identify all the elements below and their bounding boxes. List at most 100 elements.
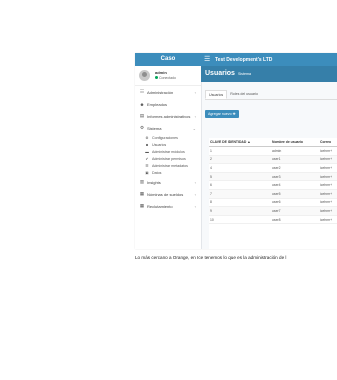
- subtitle-caption: Lo más cercano a Orange, en Ice tenemos …: [135, 255, 287, 260]
- submenu-item-label: Administrar permisos: [152, 156, 186, 161]
- cell-id: 5: [209, 172, 271, 182]
- sort-asc-icon: ▲: [247, 140, 251, 144]
- avatar: [139, 70, 150, 81]
- sidebar-item-label: Administración: [147, 89, 174, 95]
- add-new-button[interactable]: Agregar nuevo ✚: [205, 110, 239, 118]
- submenu-item-label: Usuarios: [152, 142, 167, 147]
- users-table-container: CLAVE DE IDENTIDAD ▲ Nombre de usuario C…: [209, 138, 337, 249]
- sidebar: Caso admin Conectado ☷ Administración ‹ …: [135, 53, 202, 249]
- cell-email: icehrm+: [319, 189, 337, 199]
- column-header-id[interactable]: CLAVE DE IDENTIDAD ▲: [209, 138, 271, 147]
- app-screenshot: Caso admin Conectado ☷ Administración ‹ …: [135, 53, 337, 249]
- submenu-item-configuraciones[interactable]: ⚙ Configuraciones: [135, 134, 201, 141]
- cell-username: user5: [271, 189, 319, 199]
- submenu-item-usuarios[interactable]: ☻ Usuarios: [135, 141, 201, 148]
- sidebar-item-label: Insights: [147, 179, 161, 185]
- chevron-left-icon: ‹: [194, 89, 196, 95]
- sidebar-item-empleados[interactable]: ☻ Empleados: [135, 98, 201, 110]
- cell-username: admin: [271, 146, 319, 156]
- chevron-left-icon: ‹: [194, 191, 196, 197]
- sidebar-item-informes[interactable]: ▤ Informes administrativos ‹: [135, 110, 201, 122]
- file-icon: ▤: [139, 113, 145, 118]
- cell-email: icehrm+: [319, 206, 337, 216]
- cell-email: icehrm+: [319, 146, 337, 156]
- cell-username: user8: [271, 215, 319, 225]
- user-status: Conectado: [155, 76, 176, 81]
- sidebar-item-label: Empleados: [147, 101, 168, 107]
- tab-roles[interactable]: Roles del usuario: [227, 90, 261, 99]
- sidebar-item-nominas[interactable]: ▦ Nóminas de sueldos ‹: [135, 188, 201, 200]
- gear-icon: ⚙: [145, 135, 149, 140]
- sidebar-item-label: Informes administrativos: [147, 113, 191, 119]
- sidebar-item-label: Nóminas de sueldos: [147, 191, 184, 197]
- chevron-left-icon: ‹: [194, 203, 196, 209]
- sistema-submenu: ⚙ Configuraciones ☻ Usuarios ▬ Administr…: [135, 134, 201, 176]
- chevron-left-icon: ‹: [194, 179, 196, 185]
- cell-email: icehrm+: [319, 155, 337, 165]
- chart-icon: ▥: [139, 179, 145, 184]
- sidebar-item-label: Sistema: [147, 125, 162, 131]
- submenu-item-label: Administrar módulos: [152, 149, 185, 154]
- topbar: ☰ Test Development's LTD: [201, 53, 337, 66]
- cell-email: icehrm+: [319, 180, 337, 190]
- cell-id: 7: [209, 189, 271, 199]
- user-icon: ☻: [139, 101, 145, 107]
- cell-email: icehrm+: [319, 198, 337, 208]
- sidebar-item-reclutamiento[interactable]: ▦ Reclutamiento ‹: [135, 200, 201, 212]
- column-header-email[interactable]: Correo: [319, 138, 337, 147]
- table-row[interactable]: 4 user2 icehrm+: [209, 163, 337, 173]
- folder-icon: ▬: [145, 149, 149, 154]
- user-panel: admin Conectado: [135, 66, 201, 86]
- company-name: Test Development's LTD: [215, 56, 273, 63]
- sidebar-item-insights[interactable]: ▥ Insights ‹: [135, 176, 201, 188]
- page-header: Usuarios Sistema: [201, 66, 337, 82]
- column-header-username[interactable]: Nombre de usuario: [271, 138, 319, 147]
- submenu-item-label: Configuraciones: [152, 135, 178, 140]
- cell-id: 8: [209, 198, 271, 208]
- table-row[interactable]: 6 user4 icehrm+: [209, 180, 337, 190]
- table-row[interactable]: 10 user8 icehrm+: [209, 215, 337, 225]
- cell-username: user4: [271, 180, 319, 190]
- sidebar-item-sistema[interactable]: ⚙ Sistema ⌄: [135, 122, 201, 134]
- column-header-label: CLAVE DE IDENTIDAD: [210, 140, 247, 144]
- sidebar-item-label: Reclutamiento: [147, 203, 173, 209]
- submenu-item-datos[interactable]: ▣ Datos: [135, 169, 201, 176]
- recruit-icon: ▦: [139, 203, 145, 208]
- table-row[interactable]: 8 user6 icehrm+: [209, 198, 337, 208]
- chevron-left-icon: ‹: [194, 113, 196, 119]
- cell-email: icehrm+: [319, 215, 337, 225]
- online-dot-icon: [155, 76, 158, 79]
- table-header-row: CLAVE DE IDENTIDAD ▲ Nombre de usuario C…: [209, 138, 337, 147]
- gear-icon: ⚙: [139, 125, 145, 130]
- table-row[interactable]: 2 user1 icehrm+: [209, 155, 337, 165]
- cell-username: user2: [271, 163, 319, 173]
- table-row[interactable]: 5 user3 icehrm+: [209, 172, 337, 182]
- cell-id: 2: [209, 155, 271, 165]
- submenu-item-metadatos[interactable]: ☰ Administrar metadatos: [135, 162, 201, 169]
- cell-username: user6: [271, 198, 319, 208]
- people-icon: ☷: [139, 89, 145, 94]
- cell-username: user7: [271, 206, 319, 216]
- tab-usuarios[interactable]: Usuarios: [205, 90, 228, 99]
- user-icon: ☻: [145, 142, 149, 147]
- submenu-item-permisos[interactable]: ✔ Administrar permisos: [135, 155, 201, 162]
- cell-username: user1: [271, 155, 319, 165]
- sidebar-menu-lower: ▥ Insights ‹ ▦ Nóminas de sueldos ‹ ▦ Re…: [135, 176, 201, 212]
- submenu-item-modulos[interactable]: ▬ Administrar módulos: [135, 148, 201, 155]
- sidebar-item-administracion[interactable]: ☷ Administración ‹: [135, 86, 201, 98]
- menu-icon[interactable]: ☰: [204, 53, 212, 66]
- table-row[interactable]: 1 admin icehrm+: [209, 146, 337, 156]
- cell-email: icehrm+: [319, 163, 337, 173]
- pricetag-icon: ▦: [139, 191, 145, 196]
- cell-email: icehrm+: [319, 172, 337, 182]
- cell-username: user3: [271, 172, 319, 182]
- chevron-down-icon: ⌄: [192, 125, 196, 131]
- brand-logo[interactable]: Caso: [135, 53, 201, 66]
- trash-icon: ▣: [145, 170, 149, 175]
- user-status-label: Conectado: [159, 76, 176, 80]
- tab-bar: Usuarios Roles del usuario: [205, 90, 337, 100]
- sidebar-menu: ☷ Administración ‹ ☻ Empleados ▤ Informe…: [135, 86, 201, 134]
- table-row[interactable]: 9 user7 icehrm+: [209, 206, 337, 216]
- cell-id: 10: [209, 215, 271, 225]
- table-row[interactable]: 7 user5 icehrm+: [209, 189, 337, 199]
